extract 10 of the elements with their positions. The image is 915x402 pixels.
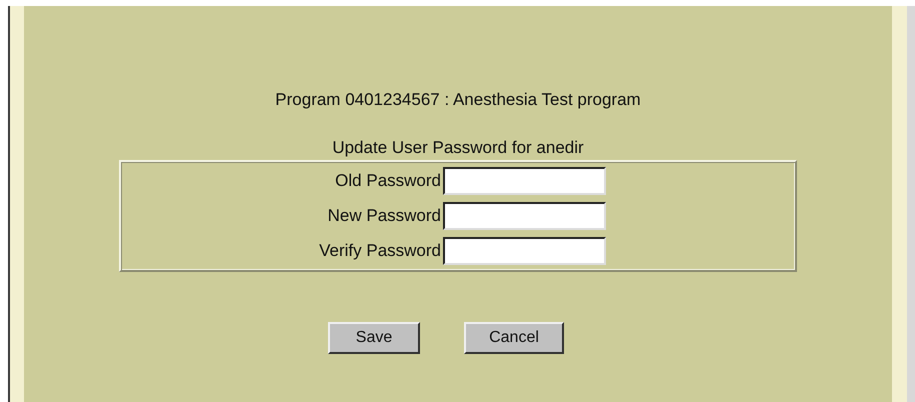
form-title: Update User Password for anedir — [332, 137, 584, 159]
cancel-button[interactable]: Cancel — [464, 322, 564, 354]
field-label: New Password — [328, 206, 441, 225]
password-field[interactable] — [443, 202, 606, 230]
field-label: Old Password — [335, 171, 441, 190]
program-title: Program 0401234567 : Anesthesia Test program — [275, 89, 641, 111]
password-field[interactable] — [443, 237, 606, 265]
save-button[interactable]: Save — [328, 322, 420, 354]
password-field[interactable] — [443, 167, 606, 195]
field-label: Verify Password — [319, 241, 441, 260]
